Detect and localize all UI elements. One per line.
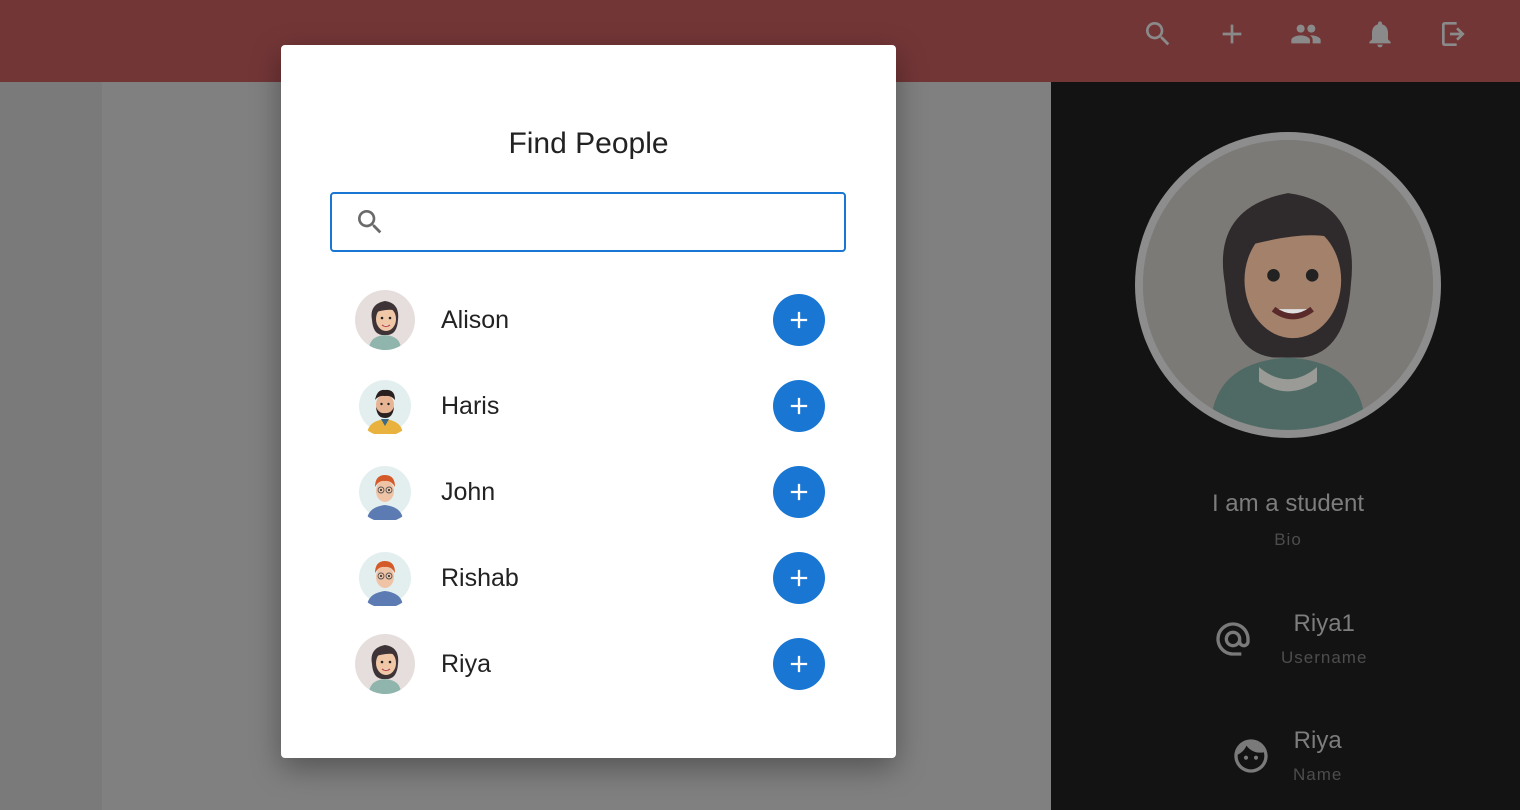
add-person-button[interactable]	[773, 466, 825, 518]
username-label: Username	[1281, 648, 1368, 667]
plus-icon	[790, 483, 808, 501]
person-name: Riya	[441, 649, 492, 678]
female-avatar-icon	[1143, 140, 1433, 430]
face-icon	[1231, 736, 1271, 776]
logout-icon	[1442, 22, 1465, 46]
avatar	[355, 290, 415, 350]
notifications-button[interactable]	[1362, 14, 1398, 54]
add-person-button[interactable]	[773, 380, 825, 432]
bell-icon	[1369, 21, 1391, 48]
list-item: John	[355, 449, 825, 535]
list-item: Rishab	[355, 535, 825, 621]
avatar	[355, 634, 415, 694]
at-sign-icon	[1213, 619, 1253, 659]
list-item: Haris	[355, 363, 825, 449]
list-item: Alison	[355, 277, 825, 363]
logout-button[interactable]	[1436, 14, 1472, 54]
add-icon	[1222, 24, 1242, 44]
username-value: Riya1	[1293, 610, 1355, 637]
female-avatar-icon	[355, 634, 415, 694]
add-button[interactable]	[1214, 14, 1250, 54]
avatar	[355, 462, 415, 522]
plus-icon	[790, 311, 808, 329]
search-icon	[1146, 22, 1170, 46]
add-person-button[interactable]	[773, 638, 825, 690]
name-value: Riya	[1293, 727, 1342, 754]
username-field: Riya1 Username	[1213, 610, 1367, 668]
profile-panel: I am a student Bio Riya1 Username Riya N…	[1051, 82, 1520, 810]
list-item: Riya	[355, 621, 825, 707]
person-name: John	[441, 477, 496, 506]
people-list: Alison Haris John Rishab Riya	[355, 277, 825, 707]
person-name: Rishab	[441, 563, 519, 592]
bio-label: Bio	[1274, 530, 1302, 549]
red-haired-male-avatar-icon	[355, 462, 415, 522]
person-name: Haris	[441, 391, 500, 420]
name-label: Name	[1293, 765, 1343, 784]
dialog-title: Find People	[508, 127, 669, 160]
search-icon	[358, 210, 382, 234]
add-person-button[interactable]	[773, 294, 825, 346]
person-name: Alison	[441, 305, 510, 334]
find-people-dialog: Find People Alison Haris John Rishab Riy…	[281, 45, 896, 758]
bio-section: I am a student Bio	[1051, 490, 1520, 550]
avatar	[355, 548, 415, 608]
search-box[interactable]	[330, 192, 846, 252]
plus-icon	[790, 569, 808, 587]
plus-icon	[790, 655, 808, 673]
plus-icon	[790, 397, 808, 415]
search-button[interactable]	[1140, 14, 1176, 54]
left-sidebar	[0, 82, 102, 810]
name-field: Riya Name	[1231, 727, 1342, 785]
people-button[interactable]	[1288, 14, 1324, 54]
bearded-male-avatar-icon	[355, 376, 415, 436]
female-avatar-icon	[355, 290, 415, 350]
people-icon	[1291, 24, 1321, 44]
header-actions	[1140, 14, 1472, 54]
add-person-button[interactable]	[773, 552, 825, 604]
profile-avatar	[1135, 132, 1441, 438]
avatar	[355, 376, 415, 436]
bio-value: I am a student	[1211, 490, 1365, 517]
search-input[interactable]	[398, 201, 832, 243]
red-haired-male-avatar-icon	[355, 548, 415, 608]
